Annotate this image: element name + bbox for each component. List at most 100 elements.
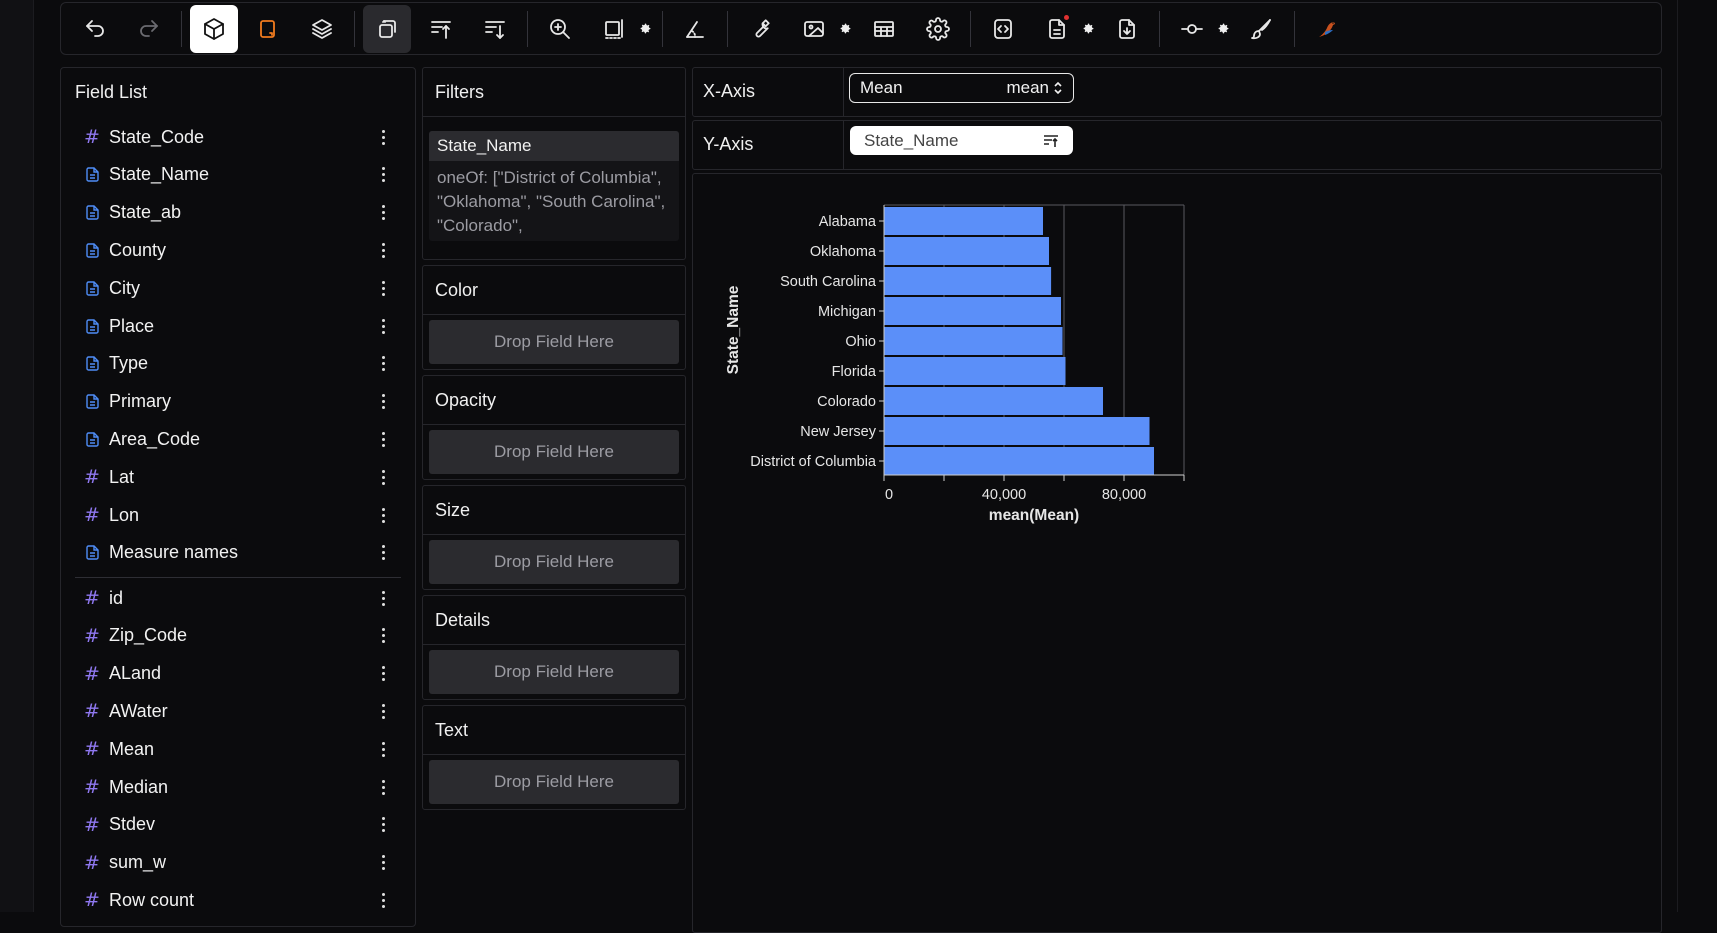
bird-logo[interactable] — [1303, 5, 1351, 53]
document-icon[interactable] — [1033, 5, 1081, 53]
more-options-icon[interactable] — [373, 628, 393, 644]
field-item[interactable]: County — [81, 233, 401, 267]
more-options-icon[interactable] — [373, 590, 393, 606]
hash-icon: # — [84, 889, 100, 912]
download-icon[interactable] — [1103, 5, 1151, 53]
hash-icon: # — [84, 738, 100, 761]
field-item[interactable]: # State_Code — [81, 120, 401, 154]
field-item[interactable]: # ALand — [81, 657, 401, 691]
toolbar-separator — [1159, 10, 1160, 47]
field-item[interactable]: # Stdev — [81, 808, 401, 842]
field-item[interactable]: # Row count — [81, 883, 401, 917]
field-item[interactable]: # Zip_Code — [81, 619, 401, 653]
sort-ascending-icon[interactable] — [417, 5, 465, 53]
hash-icon: # — [84, 504, 100, 526]
field-item[interactable]: # Lat — [81, 460, 401, 494]
opacity-encoding: Opacity Drop Field Here — [422, 375, 686, 480]
x-axis-field-name: Mean — [860, 78, 903, 97]
text-field-icon — [81, 394, 103, 409]
resize-icon[interactable] — [590, 5, 638, 53]
field-item[interactable]: # id — [81, 581, 401, 615]
more-options-icon[interactable] — [373, 469, 393, 485]
size-drop-zone[interactable]: Drop Field Here — [429, 540, 679, 584]
field-list-divider — [75, 577, 401, 578]
toolbar — [60, 2, 1662, 55]
more-options-icon[interactable] — [373, 507, 393, 523]
more-options-icon[interactable] — [373, 431, 393, 447]
details-encoding: Details Drop Field Here — [422, 595, 686, 700]
more-options-icon[interactable] — [373, 318, 393, 334]
more-options-icon[interactable] — [373, 205, 393, 221]
field-item[interactable]: Measure names — [81, 536, 401, 570]
document-settings-icon[interactable] — [1079, 5, 1097, 53]
text-drop-zone[interactable]: Drop Field Here — [429, 760, 679, 804]
color-drop-zone[interactable]: Drop Field Here — [429, 320, 679, 364]
field-item[interactable]: Place — [81, 309, 401, 343]
field-item[interactable]: # sum_w — [81, 846, 401, 880]
settings-icon[interactable] — [914, 5, 962, 53]
image-icon[interactable] — [790, 5, 838, 53]
zoom-icon[interactable] — [536, 5, 584, 53]
size-divider — [423, 534, 685, 535]
sort-descending-icon[interactable] — [471, 5, 519, 53]
triangle-icon[interactable] — [671, 5, 719, 53]
more-options-icon[interactable] — [373, 666, 393, 682]
field-item[interactable]: Type — [81, 347, 401, 381]
field-item[interactable]: Primary — [81, 385, 401, 419]
more-options-icon[interactable] — [373, 779, 393, 795]
y-axis-field-pill[interactable]: State_Name — [850, 126, 1073, 155]
field-item[interactable]: # Median — [81, 770, 401, 804]
field-item[interactable]: # Lon — [81, 498, 401, 532]
image-settings-icon[interactable] — [836, 5, 854, 53]
aggregate-select[interactable]: mean — [1006, 78, 1063, 98]
more-options-icon[interactable] — [373, 280, 393, 296]
text-field-icon — [81, 356, 103, 371]
size-title: Size — [435, 500, 471, 520]
x-axis-field-pill[interactable]: Mean mean — [849, 73, 1074, 103]
more-options-icon[interactable] — [373, 545, 393, 561]
field-item[interactable]: State_Name — [81, 158, 401, 192]
square-icon[interactable] — [244, 5, 292, 53]
field-item[interactable]: State_ab — [81, 196, 401, 230]
hash-icon: # — [84, 851, 100, 874]
commit-icon[interactable] — [1168, 5, 1216, 53]
field-item[interactable]: City — [81, 271, 401, 305]
code-icon[interactable] — [979, 5, 1027, 53]
more-options-icon[interactable] — [373, 167, 393, 183]
filter-item[interactable]: State_Name oneOf: ["District of Columbia… — [429, 131, 679, 241]
toolbar-separator — [181, 10, 182, 47]
more-options-icon[interactable] — [373, 242, 393, 258]
commit-settings-icon[interactable] — [1214, 5, 1232, 53]
opacity-drop-zone[interactable]: Drop Field Here — [429, 430, 679, 474]
undo-icon[interactable] — [71, 5, 119, 53]
layers-icon[interactable] — [298, 5, 346, 53]
table-icon[interactable] — [860, 5, 908, 53]
field-item[interactable]: # AWater — [81, 694, 401, 728]
notification-dot — [1064, 14, 1069, 20]
resize-settings-icon[interactable] — [636, 5, 654, 53]
brush-icon[interactable] — [1238, 5, 1286, 53]
hash-icon: # — [84, 126, 100, 148]
bar — [884, 237, 1049, 265]
more-options-icon[interactable] — [373, 741, 393, 757]
more-options-icon[interactable] — [373, 892, 393, 908]
details-drop-zone[interactable]: Drop Field Here — [429, 650, 679, 694]
sort-icon[interactable] — [1043, 134, 1059, 148]
x-axis-shelf-divider — [843, 68, 844, 116]
x-axis-label: X-Axis — [703, 81, 756, 101]
redo-icon[interactable] — [125, 5, 173, 53]
hash-icon: # — [84, 466, 100, 489]
more-options-icon[interactable] — [373, 356, 393, 372]
cube-icon[interactable] — [190, 4, 238, 53]
more-options-icon[interactable] — [373, 855, 393, 871]
text-divider — [423, 754, 685, 755]
field-name: Median — [109, 776, 169, 797]
field-item[interactable]: # Mean — [81, 732, 401, 766]
transpose-icon[interactable] — [363, 4, 411, 53]
more-options-icon[interactable] — [373, 817, 393, 833]
more-options-icon[interactable] — [373, 129, 393, 145]
more-options-icon[interactable] — [373, 703, 393, 719]
more-options-icon[interactable] — [373, 394, 393, 410]
wrench-icon[interactable] — [736, 5, 784, 53]
field-item[interactable]: Area_Code — [81, 422, 401, 456]
